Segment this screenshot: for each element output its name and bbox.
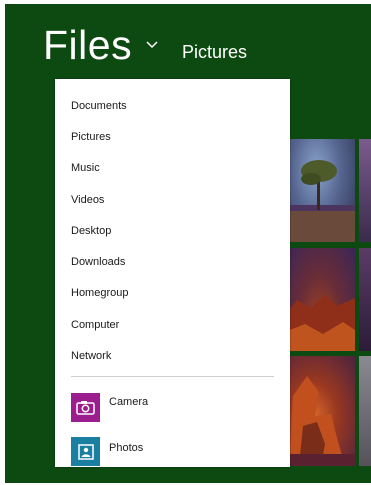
menu-item-downloads[interactable]: Downloads <box>71 257 125 268</box>
location-dropdown-menu: Documents Pictures Music Videos Desktop … <box>55 79 290 467</box>
app-screen: Files Pictures Documents Pictures Music … <box>5 4 371 483</box>
menu-item-homegroup[interactable]: Homegroup <box>71 288 128 299</box>
photo-tile[interactable] <box>359 356 371 466</box>
menu-item-computer[interactable]: Computer <box>71 320 119 331</box>
camera-icon[interactable] <box>71 393 100 422</box>
photo-tile[interactable] <box>285 139 355 242</box>
menu-item-videos[interactable]: Videos <box>71 195 104 206</box>
menu-item-music[interactable]: Music <box>71 163 100 174</box>
menu-item-desktop[interactable]: Desktop <box>71 226 111 237</box>
photo-tile[interactable] <box>359 248 371 351</box>
menu-divider <box>71 376 274 377</box>
menu-item-network[interactable]: Network <box>71 351 111 362</box>
app-label-photos[interactable]: Photos <box>109 443 143 454</box>
photo-tile[interactable] <box>285 356 355 466</box>
menu-item-pictures[interactable]: Pictures <box>71 132 111 143</box>
chevron-down-icon[interactable] <box>145 40 159 50</box>
page-title: Files <box>43 22 133 68</box>
breadcrumb[interactable]: Pictures <box>182 43 247 61</box>
photo-tile[interactable] <box>359 139 371 242</box>
app-label-camera[interactable]: Camera <box>109 397 148 408</box>
photo-tile[interactable] <box>285 248 355 351</box>
menu-item-documents[interactable]: Documents <box>71 101 127 112</box>
photos-icon[interactable] <box>71 437 100 466</box>
